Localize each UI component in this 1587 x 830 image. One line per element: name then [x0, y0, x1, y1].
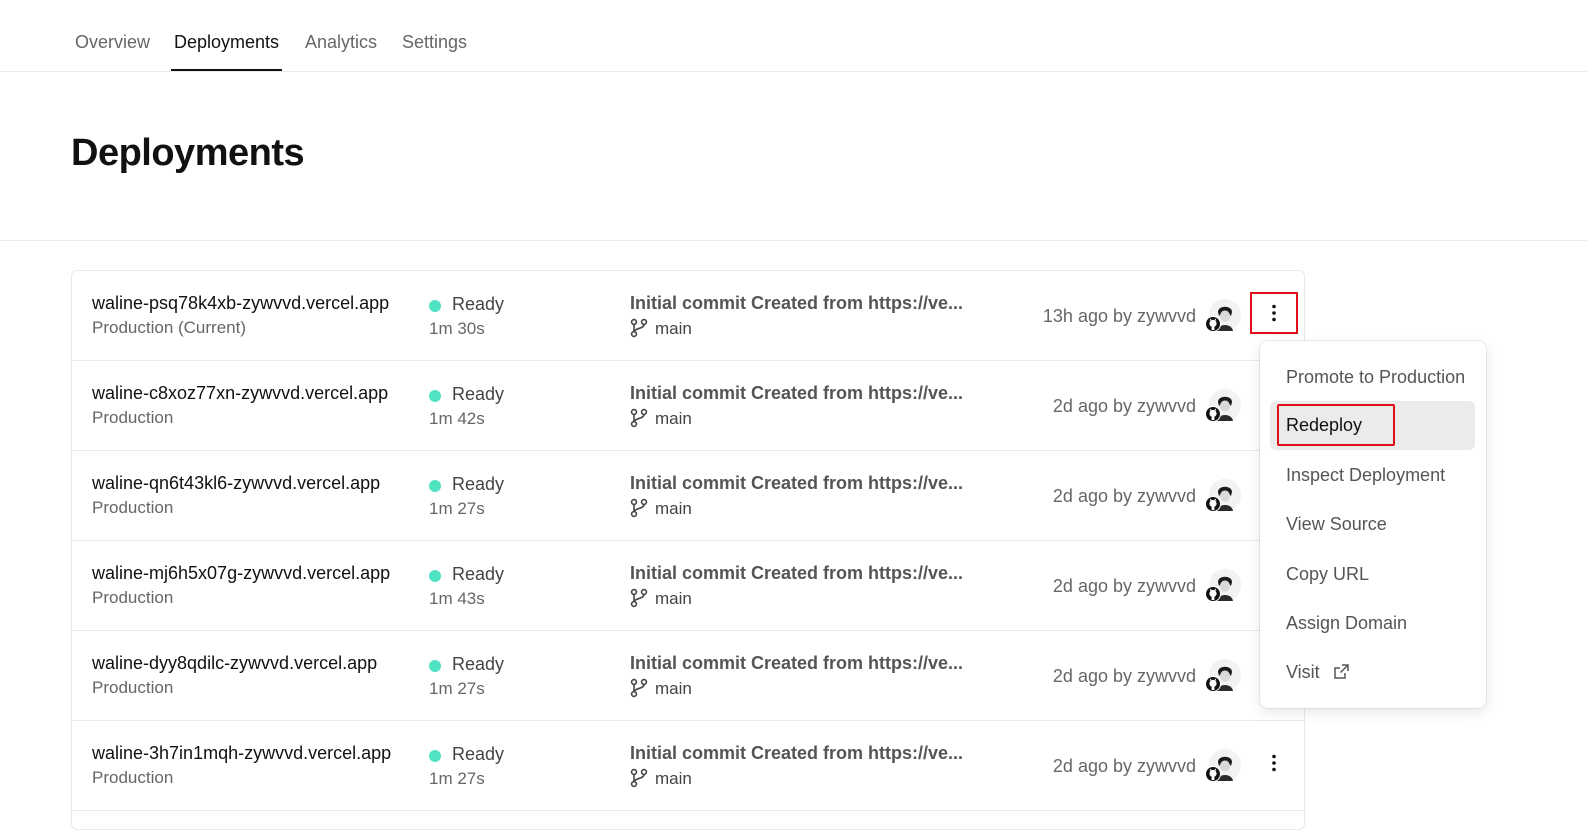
deployment-time-author: 2d ago by zywvvd [1052, 756, 1196, 776]
deployment-environment: Production [92, 678, 174, 697]
git-branch-icon [630, 408, 648, 428]
commit-message[interactable]: Initial commit Created from https://ve..… [630, 653, 963, 674]
deployment-duration: 1m 42s [429, 409, 485, 428]
menu-item-view-source[interactable]: View Source [1270, 500, 1475, 549]
menu-item-visit-label: Visit [1286, 662, 1320, 682]
deployment-duration: 1m 27s [429, 679, 485, 698]
avatar[interactable] [1205, 569, 1241, 602]
deployment-row[interactable]: waline-3h7in1mqh-zywvvd.vercel.app Produ… [72, 721, 1304, 811]
branch-name[interactable]: main [655, 769, 692, 789]
git-branch-icon [630, 678, 648, 698]
deployment-duration: 1m 30s [429, 319, 485, 338]
more-vertical-icon [1272, 304, 1276, 322]
branch-name[interactable]: main [655, 679, 692, 699]
more-actions-button[interactable] [1250, 742, 1298, 784]
deployment-url[interactable]: waline-c8xoz77xn-zywvvd.vercel.app [92, 383, 388, 404]
github-icon [1205, 496, 1221, 512]
section-divider [0, 240, 1587, 241]
deployment-row[interactable]: waline-psq78k4xb-zywvvd.vercel.app Produ… [72, 271, 1304, 361]
commit-message[interactable]: Initial commit Created from https://ve..… [630, 383, 963, 404]
menu-item-visit[interactable]: Visit [1270, 648, 1475, 697]
branch-name[interactable]: main [655, 409, 692, 429]
menu-item-assign-domain[interactable]: Assign Domain [1270, 599, 1475, 648]
status-dot-icon [429, 300, 441, 312]
more-actions-button[interactable] [1250, 292, 1298, 334]
deployment-url[interactable]: waline-dyy8qdilc-zywvvd.vercel.app [92, 653, 377, 674]
deployment-time-author: 2d ago by zywvvd [1052, 666, 1196, 686]
page-title: Deployments [71, 132, 305, 174]
avatar[interactable] [1205, 299, 1241, 332]
deployment-url[interactable]: waline-mj6h5x07g-zywvvd.vercel.app [92, 563, 390, 584]
more-vertical-icon [1272, 754, 1276, 772]
deployment-environment: Production [92, 768, 174, 787]
branch-name[interactable]: main [655, 499, 692, 519]
menu-item-promote[interactable]: Promote to Production [1270, 353, 1475, 402]
avatar[interactable] [1205, 389, 1241, 422]
deployment-actions-menu: Promote to Production Redeploy Inspect D… [1260, 341, 1486, 708]
tab-analytics[interactable]: Analytics [305, 0, 377, 71]
deployment-status: Ready [452, 474, 505, 494]
deployment-status: Ready [452, 294, 505, 314]
avatar[interactable] [1205, 659, 1241, 692]
branch-name[interactable]: main [655, 319, 692, 339]
github-icon [1205, 316, 1221, 332]
deployment-status: Ready [452, 744, 505, 764]
avatar[interactable] [1205, 749, 1241, 782]
git-branch-icon [630, 588, 648, 608]
menu-item-copy-url[interactable]: Copy URL [1270, 550, 1475, 599]
github-icon [1205, 766, 1221, 782]
git-branch-icon [630, 318, 648, 338]
avatar[interactable] [1205, 479, 1241, 512]
status-dot-icon [429, 750, 441, 762]
deployment-url[interactable]: waline-3h7in1mqh-zywvvd.vercel.app [92, 743, 391, 764]
deployment-environment: Production [92, 498, 174, 517]
deployment-environment: Production [92, 588, 174, 607]
github-icon [1205, 586, 1221, 602]
deployments-list: waline-psq78k4xb-zywvvd.vercel.app Produ… [71, 270, 1305, 830]
git-branch-icon [630, 768, 648, 788]
deployment-row[interactable]: waline-c8xoz77xn-zywvvd.vercel.app Produ… [72, 361, 1304, 451]
deployment-time-author: 2d ago by zywvvd [1052, 396, 1196, 416]
deployment-status: Ready [452, 384, 505, 404]
commit-message[interactable]: Initial commit Created from https://ve..… [630, 293, 963, 314]
commit-message[interactable]: Initial commit Created from https://ve..… [630, 563, 963, 584]
menu-item-redeploy-label: Redeploy [1286, 415, 1363, 435]
deployment-time-author: 2d ago by zywvvd [1052, 576, 1196, 596]
menu-item-inspect[interactable]: Inspect Deployment [1270, 451, 1475, 500]
status-dot-icon [429, 660, 441, 672]
commit-message[interactable]: Initial commit Created from https://ve..… [630, 473, 963, 494]
deployment-status: Ready [452, 564, 505, 584]
status-dot-icon [429, 480, 441, 492]
deployment-time-author: 2d ago by zywvvd [1052, 486, 1196, 506]
github-icon [1205, 676, 1221, 692]
deployment-url[interactable]: waline-qn6t43kl6-zywvvd.vercel.app [92, 473, 380, 494]
deployment-row[interactable]: waline-mj6h5x07g-zywvvd.vercel.app Produ… [72, 541, 1304, 631]
deployment-status: Ready [452, 654, 505, 674]
git-branch-icon [630, 498, 648, 518]
branch-name[interactable]: main [655, 589, 692, 609]
github-icon [1205, 406, 1221, 422]
deployment-environment: Production (Current) [92, 318, 247, 337]
deployment-time-author: 13h ago by zywvvd [1042, 306, 1196, 326]
deployment-environment: Production [92, 408, 174, 427]
external-link-icon [1333, 664, 1349, 679]
deployment-url[interactable]: waline-psq78k4xb-zywvvd.vercel.app [92, 293, 389, 314]
deployment-row[interactable]: waline-qn6t43kl6-zywvvd.vercel.app Produ… [72, 451, 1304, 541]
tab-settings[interactable]: Settings [402, 0, 467, 71]
deployment-duration: 1m 27s [429, 769, 485, 788]
commit-message[interactable]: Initial commit Created from https://ve..… [630, 743, 963, 764]
deployment-duration: 1m 43s [429, 589, 485, 608]
deployment-row[interactable]: waline-dyy8qdilc-zywvvd.vercel.app Produ… [72, 631, 1304, 721]
tab-overview[interactable]: Overview [75, 0, 150, 71]
tab-bar: Overview Deployments Analytics Settings [0, 0, 1587, 72]
tab-deployments[interactable]: Deployments [171, 0, 283, 71]
deployment-duration: 1m 27s [429, 499, 485, 518]
status-dot-icon [429, 390, 441, 402]
status-dot-icon [429, 570, 441, 582]
menu-item-redeploy[interactable]: Redeploy [1270, 401, 1475, 450]
